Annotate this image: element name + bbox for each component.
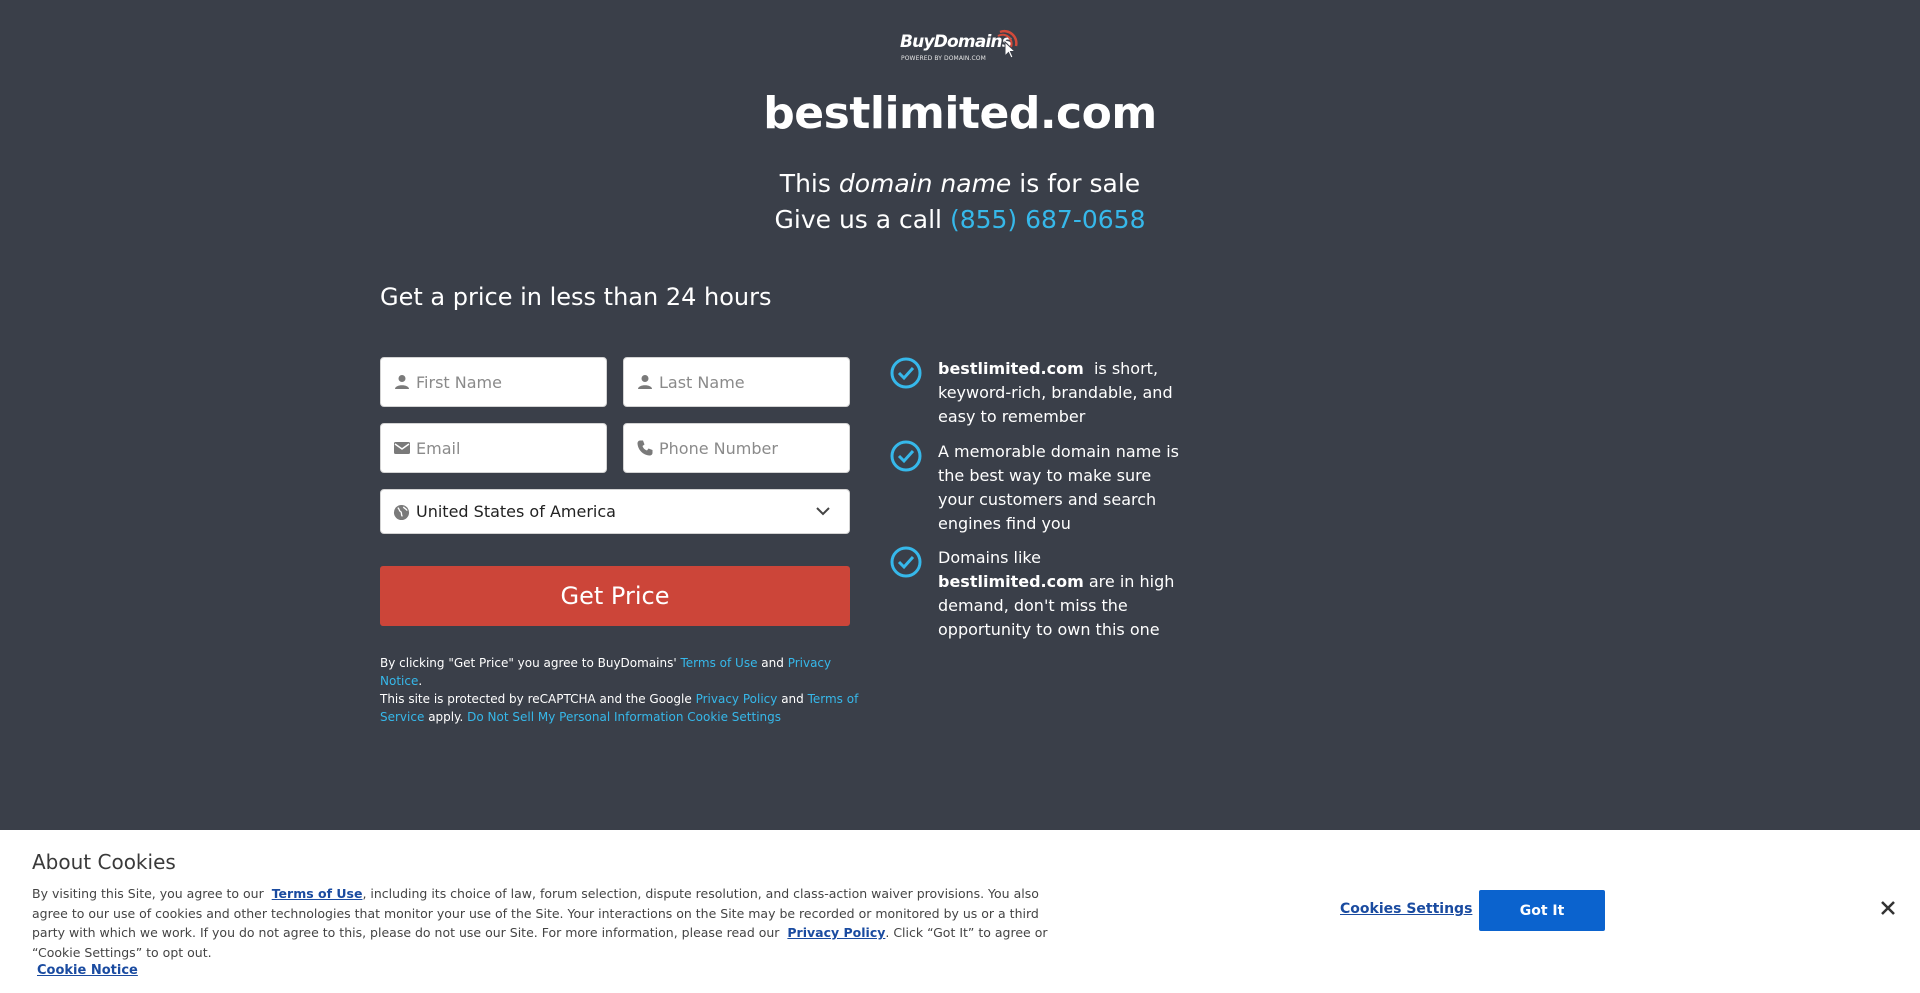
last-name-input[interactable] bbox=[659, 358, 839, 406]
sale-suffix: is for sale bbox=[1019, 169, 1141, 198]
logo-tagline: POWERED BY DOMAIN.COM bbox=[901, 55, 986, 62]
person-icon bbox=[638, 375, 652, 389]
cookie-title: About Cookies bbox=[32, 850, 176, 874]
cookie-terms-link[interactable]: Terms of Use bbox=[272, 886, 363, 901]
benefit-text: A memorable domain name is the best way … bbox=[938, 442, 1179, 533]
benefit-prefix: Domains like bbox=[938, 548, 1041, 567]
benefit-domain: bestlimited.com bbox=[938, 572, 1084, 591]
legal-part2: This site is protected by reCAPTCHA and … bbox=[380, 692, 692, 706]
form-heading: Get a price in less than 24 hours bbox=[380, 283, 772, 311]
cookie-notice-link[interactable]: Cookie Notice bbox=[37, 963, 138, 978]
for-sale-line: This domain name is for sale bbox=[0, 169, 1920, 198]
sale-prefix: This bbox=[779, 169, 831, 198]
benefit-text: bestlimited.com is short, keyword-rich, … bbox=[938, 357, 1183, 429]
last-name-field[interactable] bbox=[623, 357, 850, 407]
get-price-button[interactable]: Get Price bbox=[380, 566, 850, 626]
cookie-privacy-link[interactable]: Privacy Policy bbox=[787, 925, 885, 940]
legal-part1: By clicking "Get Price" you agree to Buy… bbox=[380, 656, 677, 670]
globe-icon bbox=[393, 504, 410, 521]
first-name-field[interactable] bbox=[380, 357, 607, 407]
legal-and: and bbox=[781, 692, 804, 706]
cookie-text-part: By visiting this Site, you agree to our bbox=[32, 886, 264, 901]
phone-link[interactable]: (855) 687-0658 bbox=[950, 205, 1146, 234]
legal-text: By clicking "Get Price" you agree to Buy… bbox=[380, 656, 859, 724]
country-value: United States of America bbox=[416, 502, 616, 521]
do-not-sell-link[interactable]: Do Not Sell My Personal Information bbox=[467, 710, 683, 724]
legal-apply: apply. bbox=[428, 710, 464, 724]
cookie-settings-link[interactable]: Cookie Settings bbox=[687, 710, 781, 724]
cookie-text: By visiting this Site, you agree to our … bbox=[32, 884, 1062, 962]
sale-emphasis: domain name bbox=[838, 169, 1012, 198]
call-line: Give us a call (855) 687-0658 bbox=[0, 205, 1920, 234]
call-prefix: Give us a call bbox=[774, 205, 942, 234]
email-field[interactable] bbox=[380, 423, 607, 473]
benefit-domain: bestlimited.com bbox=[938, 359, 1084, 378]
check-circle-icon bbox=[890, 546, 922, 578]
legal-and: and bbox=[761, 656, 784, 670]
check-circle-icon bbox=[890, 357, 922, 389]
chevron-down-icon bbox=[816, 507, 830, 516]
mail-icon bbox=[394, 442, 410, 454]
phone-input[interactable] bbox=[659, 424, 839, 472]
email-input[interactable] bbox=[416, 424, 596, 472]
buydomains-logo[interactable]: BuyDomains POWERED BY DOMAIN.COM bbox=[900, 28, 1020, 68]
benefit-text: Domains like bestlimited.com are in high… bbox=[938, 546, 1183, 642]
country-select[interactable]: United States of America bbox=[380, 489, 850, 534]
first-name-input[interactable] bbox=[416, 358, 596, 406]
phone-field[interactable] bbox=[623, 423, 850, 473]
cookie-banner: About Cookies By visiting this Site, you… bbox=[0, 830, 1920, 993]
domain-title: bestlimited.com bbox=[763, 88, 1157, 139]
close-icon[interactable] bbox=[1878, 898, 1898, 918]
check-circle-icon bbox=[890, 440, 922, 472]
phone-icon bbox=[637, 440, 653, 456]
logo-cursor-icon bbox=[997, 29, 1018, 59]
google-privacy-policy-link[interactable]: Privacy Policy bbox=[696, 692, 778, 706]
cookies-settings-button[interactable]: Cookies Settings bbox=[1340, 901, 1472, 917]
got-it-button[interactable]: Got It bbox=[1479, 890, 1605, 931]
person-icon bbox=[395, 375, 409, 389]
logo-wordmark: BuyDomains bbox=[900, 32, 1012, 52]
terms-of-use-link[interactable]: Terms of Use bbox=[681, 656, 758, 670]
